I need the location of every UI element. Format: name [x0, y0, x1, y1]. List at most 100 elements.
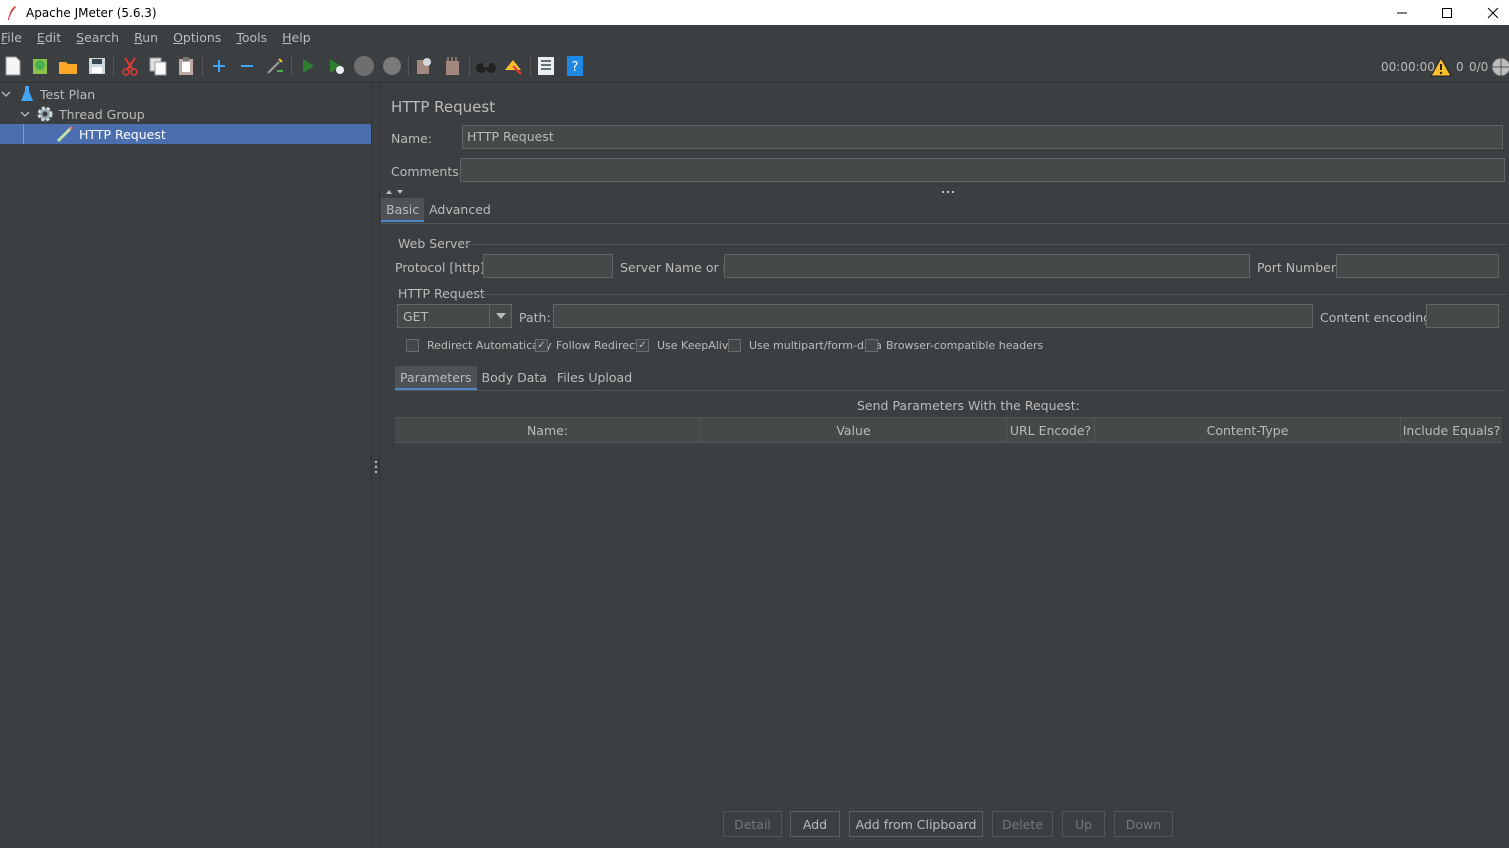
- chevron-down-icon: [20, 111, 30, 117]
- path-field[interactable]: [553, 304, 1313, 328]
- close-button[interactable]: [1470, 0, 1509, 25]
- tree-item-http-request[interactable]: HTTP Request: [0, 124, 371, 144]
- use-keepalive-checkbox[interactable]: ✓ Use KeepAlive: [636, 339, 735, 352]
- follow-redirects-checkbox[interactable]: ✓ Follow Redirects: [535, 339, 645, 352]
- save-button[interactable]: [85, 54, 109, 78]
- menu-file[interactable]: File: [1, 30, 29, 45]
- down-button[interactable]: Down: [1114, 811, 1173, 837]
- menu-run[interactable]: Run: [134, 30, 165, 45]
- reset-search-button[interactable]: [502, 54, 526, 78]
- copy-button[interactable]: [146, 54, 170, 78]
- expand-all-button[interactable]: [207, 54, 231, 78]
- column-value[interactable]: Value: [701, 418, 1007, 442]
- clear-button[interactable]: [411, 54, 435, 78]
- checkbox-box[interactable]: ✓: [636, 339, 649, 352]
- menu-bar: File Edit Search Run Options Tools Help: [0, 25, 1509, 50]
- tab-body-data[interactable]: Body Data: [477, 366, 552, 390]
- checkbox-box[interactable]: [865, 339, 878, 352]
- parameter-tabs: Parameters Body Data Files Upload: [395, 366, 637, 390]
- play-no-timers-icon: [330, 59, 344, 74]
- jmeter-feather-icon: [8, 5, 16, 20]
- search-button[interactable]: [474, 54, 498, 78]
- column-name[interactable]: Name:: [395, 418, 701, 442]
- templates-icon: [33, 59, 47, 74]
- collapse-arrows-icon: [386, 190, 403, 194]
- split-pane-divider[interactable]: [371, 84, 380, 848]
- port-label: Port Number:: [1257, 260, 1340, 275]
- toolbar-separator: [202, 56, 203, 76]
- cut-button[interactable]: [118, 54, 142, 78]
- detail-button[interactable]: Detail: [723, 811, 782, 837]
- server-field[interactable]: [724, 254, 1250, 278]
- collapse-all-button[interactable]: [235, 54, 259, 78]
- page-title: HTTP Request: [391, 98, 496, 116]
- column-url-encode[interactable]: URL Encode?: [1007, 418, 1095, 442]
- start-button[interactable]: [296, 54, 320, 78]
- warning-icon[interactable]: [1430, 50, 1452, 83]
- method-dropdown[interactable]: GET: [397, 304, 512, 328]
- comments-field[interactable]: [460, 158, 1505, 182]
- use-multipart-checkbox[interactable]: Use multipart/form-data: [728, 339, 882, 352]
- menu-help[interactable]: Help: [282, 30, 318, 45]
- tree-item-label: HTTP Request: [79, 126, 166, 142]
- tree-item-test-plan[interactable]: Test Plan: [0, 84, 371, 104]
- save-icon: [89, 58, 105, 74]
- add-button[interactable]: Add: [790, 811, 840, 837]
- stop-icon: [354, 56, 374, 76]
- stop-button[interactable]: [352, 54, 376, 78]
- name-field[interactable]: HTTP Request: [462, 125, 1503, 149]
- protocol-label: Protocol [http]:: [395, 260, 489, 275]
- tree-guide-line: [23, 124, 24, 144]
- help-book-icon: ?: [567, 56, 583, 76]
- start-no-pauses-button[interactable]: [324, 54, 348, 78]
- menu-edit[interactable]: Edit: [37, 30, 68, 45]
- protocol-field[interactable]: [483, 254, 613, 278]
- redirect-automatically-checkbox[interactable]: Redirect Automatically: [406, 339, 552, 352]
- checkbox-box[interactable]: ✓: [535, 339, 548, 352]
- clear-all-broom-icon: [446, 57, 459, 75]
- checkbox-box[interactable]: [406, 339, 419, 352]
- checkbox-box[interactable]: [728, 339, 741, 352]
- function-helper-button[interactable]: [534, 54, 558, 78]
- elapsed-timer: 00:00:00: [1381, 59, 1435, 74]
- clear-all-button[interactable]: [441, 54, 465, 78]
- function-list-icon: [538, 57, 554, 75]
- content-encoding-field[interactable]: [1426, 304, 1499, 328]
- tab-files-upload[interactable]: Files Upload: [552, 366, 637, 390]
- tree-item-label: Thread Group: [59, 106, 145, 122]
- menu-search[interactable]: Search: [76, 30, 126, 45]
- collapse-divider[interactable]: [385, 188, 1509, 196]
- toggle-button[interactable]: [263, 54, 287, 78]
- maximize-button[interactable]: [1424, 0, 1470, 25]
- browser-compatible-headers-checkbox[interactable]: Browser-compatible headers: [865, 339, 1043, 352]
- column-content-type[interactable]: Content-Type: [1095, 418, 1401, 442]
- column-include-equals[interactable]: Include Equals?: [1401, 418, 1502, 442]
- up-button[interactable]: Up: [1062, 811, 1105, 837]
- open-button[interactable]: [56, 54, 80, 78]
- tab-basic[interactable]: Basic: [381, 198, 425, 222]
- new-button[interactable]: [1, 54, 25, 78]
- dropdown-button[interactable]: [489, 305, 511, 327]
- server-label: Server Name or IP:: [620, 260, 739, 275]
- paste-button[interactable]: [174, 54, 198, 78]
- minimize-button[interactable]: [1379, 0, 1425, 25]
- tab-divider: [395, 390, 1505, 391]
- toolbar-separator: [530, 56, 531, 76]
- tab-parameters[interactable]: Parameters: [395, 366, 477, 390]
- port-field[interactable]: [1336, 254, 1499, 278]
- play-icon: [303, 59, 314, 73]
- tab-advanced[interactable]: Advanced: [424, 198, 496, 222]
- help-button[interactable]: ?: [563, 54, 587, 78]
- templates-button[interactable]: [28, 54, 52, 78]
- error-count: 0: [1456, 59, 1464, 74]
- test-plan-tree: Test Plan Thread Group HTTP Request: [0, 84, 371, 848]
- add-from-clipboard-button[interactable]: Add from Clipboard: [849, 811, 983, 837]
- reset-search-icon: [505, 60, 522, 75]
- toolbar-separator: [408, 56, 409, 76]
- menu-tools[interactable]: Tools: [236, 30, 274, 45]
- menu-options[interactable]: Options: [173, 30, 228, 45]
- tree-item-thread-group[interactable]: Thread Group: [0, 104, 371, 124]
- delete-button[interactable]: Delete: [992, 811, 1053, 837]
- group-border: [462, 244, 1506, 245]
- shutdown-button[interactable]: [380, 54, 404, 78]
